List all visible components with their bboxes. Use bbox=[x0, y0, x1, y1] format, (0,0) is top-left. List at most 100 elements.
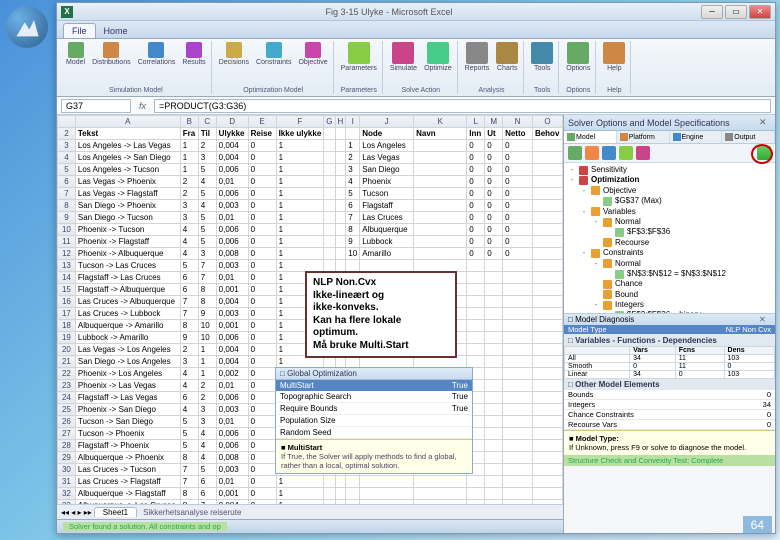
cell[interactable]: Las Vegas -> Phoenix bbox=[75, 176, 180, 188]
cell[interactable]: 6 bbox=[180, 284, 198, 296]
cell[interactable]: 7 bbox=[198, 272, 216, 284]
cell[interactable]: Las Cruces -> Flagstaff bbox=[75, 476, 180, 488]
cell[interactable] bbox=[335, 500, 346, 505]
col-header[interactable]: H bbox=[335, 116, 346, 128]
cell[interactable] bbox=[324, 152, 335, 164]
cell[interactable]: 0 bbox=[503, 248, 533, 260]
ribbon-charts-button[interactable]: Charts bbox=[494, 41, 520, 73]
ribbon-optimize-button[interactable]: Optimize bbox=[422, 41, 454, 73]
cell[interactable] bbox=[335, 188, 346, 200]
go-option-row[interactable]: Random Seed bbox=[276, 427, 472, 439]
row-header[interactable]: 17 bbox=[58, 308, 76, 320]
row-header[interactable]: 6 bbox=[58, 176, 76, 188]
cell[interactable]: 5 bbox=[180, 440, 198, 452]
col-header[interactable]: O bbox=[532, 116, 562, 128]
cell[interactable]: 3 bbox=[180, 356, 198, 368]
cell[interactable]: 6 bbox=[198, 488, 216, 500]
cell[interactable]: Flagstaff -> Las Cruces bbox=[75, 272, 180, 284]
tree-item[interactable]: -Objective bbox=[568, 186, 771, 196]
cell[interactable] bbox=[503, 464, 533, 476]
cell[interactable]: 0 bbox=[467, 200, 485, 212]
cell[interactable]: 6 bbox=[346, 200, 360, 212]
cell[interactable]: Ulykke bbox=[216, 128, 248, 140]
cell[interactable]: 1 bbox=[276, 248, 324, 260]
cell[interactable]: 0 bbox=[503, 224, 533, 236]
cell[interactable] bbox=[485, 500, 503, 505]
cell[interactable]: Las Cruces -> Lubbock bbox=[75, 308, 180, 320]
cell[interactable] bbox=[467, 344, 485, 356]
cell[interactable] bbox=[414, 176, 467, 188]
cell[interactable] bbox=[335, 248, 346, 260]
sheet-nav[interactable]: ◂◂ ◂ ▸ ▸▸ bbox=[61, 508, 92, 517]
cell[interactable]: 0,002 bbox=[216, 368, 248, 380]
cell[interactable] bbox=[324, 176, 335, 188]
cell[interactable]: 1 bbox=[198, 356, 216, 368]
pane-close-icon[interactable]: ✕ bbox=[759, 117, 771, 128]
col-header[interactable]: C bbox=[198, 116, 216, 128]
cell[interactable] bbox=[503, 440, 533, 452]
cell[interactable]: 0,01 bbox=[216, 212, 248, 224]
row-header[interactable]: 26 bbox=[58, 416, 76, 428]
pane-tab-model[interactable]: Model bbox=[564, 131, 617, 143]
cell[interactable] bbox=[532, 416, 562, 428]
cell[interactable]: Phoenix -> Tucson bbox=[75, 224, 180, 236]
cell[interactable]: Tucson bbox=[360, 188, 414, 200]
cell[interactable]: 3 bbox=[180, 212, 198, 224]
cell[interactable] bbox=[324, 224, 335, 236]
cell[interactable] bbox=[346, 260, 360, 272]
cell[interactable] bbox=[324, 260, 335, 272]
cell[interactable] bbox=[532, 320, 562, 332]
cell[interactable]: Las Vegas -> Flagstaff bbox=[75, 188, 180, 200]
tree-item[interactable]: -Normal bbox=[568, 259, 771, 269]
cell[interactable]: Las Cruces bbox=[360, 212, 414, 224]
ribbon-distributions-button[interactable]: Distributions bbox=[90, 41, 133, 67]
cell[interactable] bbox=[503, 488, 533, 500]
cell[interactable] bbox=[335, 152, 346, 164]
cell[interactable]: 0 bbox=[467, 188, 485, 200]
cell[interactable]: 7 bbox=[180, 296, 198, 308]
cell[interactable]: Ut bbox=[485, 128, 503, 140]
cell[interactable]: 1 bbox=[276, 176, 324, 188]
cell[interactable] bbox=[532, 368, 562, 380]
cell[interactable]: 0 bbox=[467, 212, 485, 224]
ribbon-help-button[interactable]: Help bbox=[601, 41, 627, 73]
cell[interactable]: 2 bbox=[346, 152, 360, 164]
cell[interactable]: 7 bbox=[180, 476, 198, 488]
tree-item[interactable]: $N$3:$N$12 = $N$3:$N$12 bbox=[568, 269, 771, 279]
cell[interactable] bbox=[503, 308, 533, 320]
cell[interactable]: 9 bbox=[180, 332, 198, 344]
tree-toggle-icon[interactable]: - bbox=[592, 300, 600, 310]
cell[interactable] bbox=[414, 140, 467, 152]
row-header[interactable]: 27 bbox=[58, 428, 76, 440]
cell[interactable]: Albuquerque -> Phoenix bbox=[75, 452, 180, 464]
cell[interactable]: 3 bbox=[198, 248, 216, 260]
cell[interactable]: 0 bbox=[248, 488, 276, 500]
cell[interactable]: 6 bbox=[198, 476, 216, 488]
cell[interactable]: 0 bbox=[503, 200, 533, 212]
row-header[interactable]: 16 bbox=[58, 296, 76, 308]
cell[interactable] bbox=[532, 200, 562, 212]
cell[interactable]: 5 bbox=[180, 416, 198, 428]
cell[interactable]: 1 bbox=[276, 212, 324, 224]
cell[interactable] bbox=[532, 308, 562, 320]
cell[interactable] bbox=[532, 152, 562, 164]
cell[interactable] bbox=[503, 452, 533, 464]
cell[interactable]: 4 bbox=[198, 176, 216, 188]
cell[interactable] bbox=[324, 140, 335, 152]
tree-toggle-icon[interactable]: - bbox=[580, 186, 588, 196]
cell[interactable] bbox=[503, 296, 533, 308]
cell[interactable]: Behov bbox=[532, 128, 562, 140]
cell[interactable]: Phoenix -> Las Vegas bbox=[75, 380, 180, 392]
tree-toggle-icon[interactable]: - bbox=[592, 259, 600, 269]
cell[interactable]: 5 bbox=[198, 188, 216, 200]
cell[interactable]: Albuquerque bbox=[360, 224, 414, 236]
tree-item[interactable]: -Optimization bbox=[568, 175, 771, 185]
cell[interactable]: 0,006 bbox=[216, 188, 248, 200]
row-header[interactable]: 30 bbox=[58, 464, 76, 476]
cell[interactable] bbox=[503, 500, 533, 505]
cell[interactable]: 8 bbox=[180, 452, 198, 464]
model-tree[interactable]: -Sensitivity-Optimization-Objective$G$37… bbox=[564, 163, 775, 313]
col-header[interactable]: F bbox=[276, 116, 324, 128]
cell[interactable]: 0,003 bbox=[216, 464, 248, 476]
cell[interactable]: 0 bbox=[248, 476, 276, 488]
